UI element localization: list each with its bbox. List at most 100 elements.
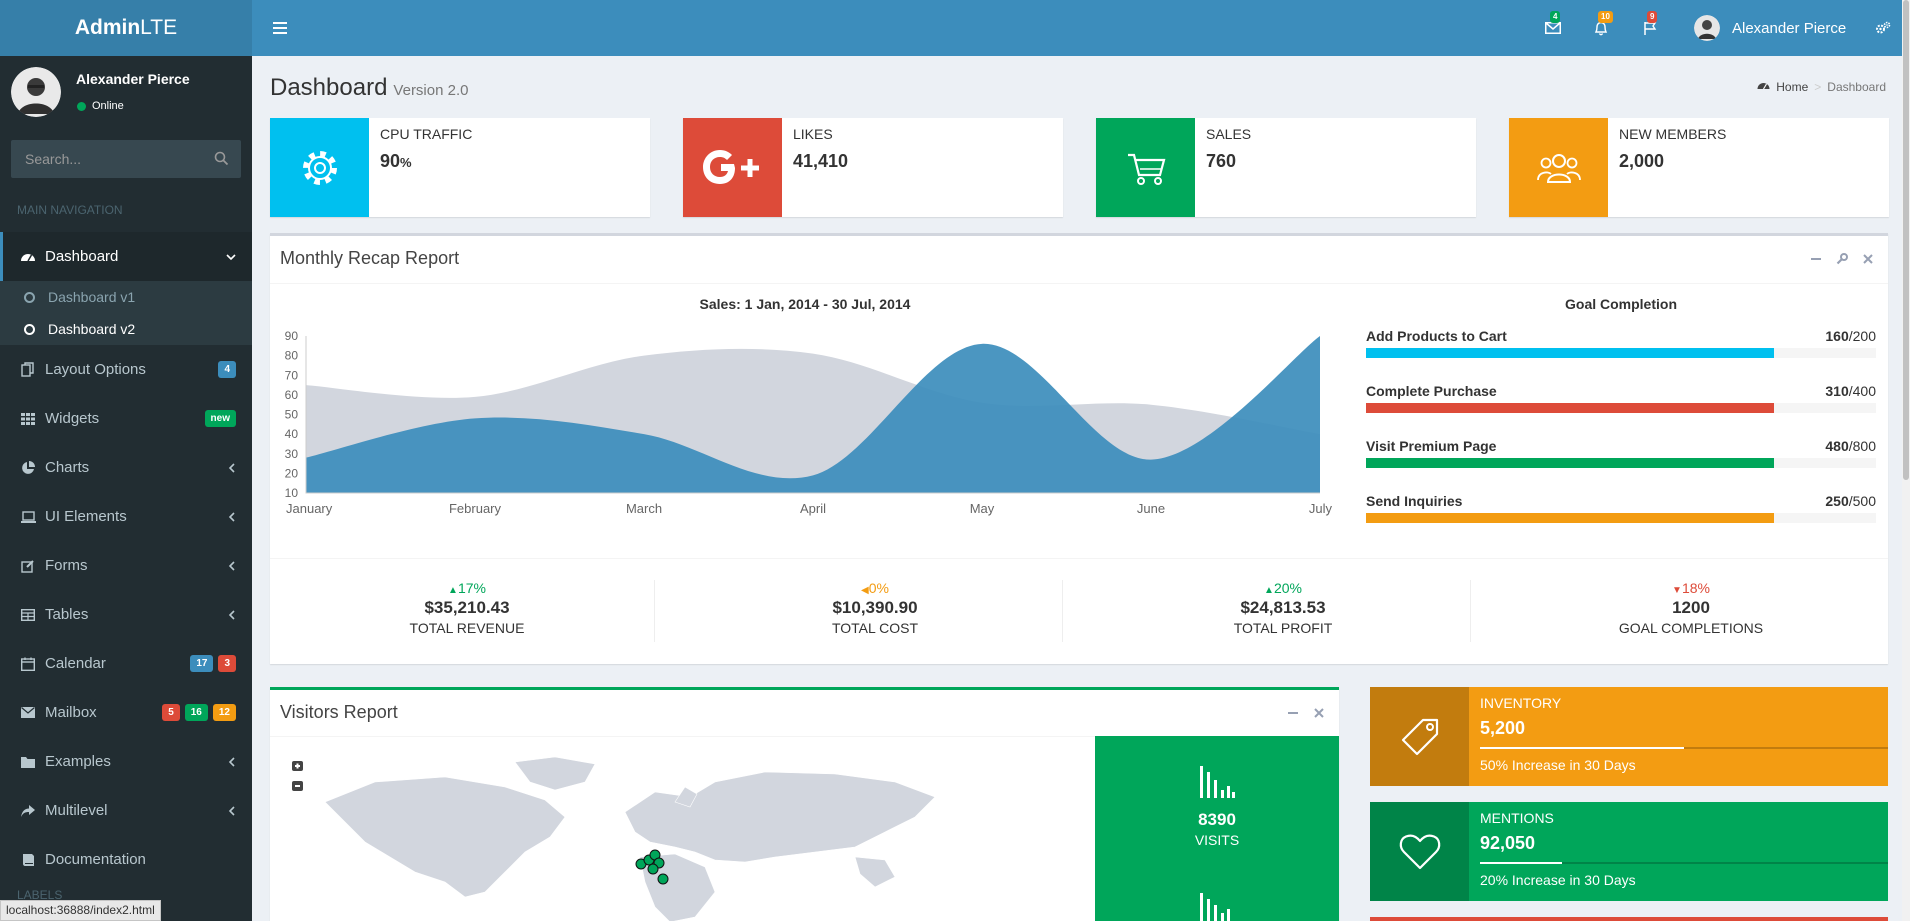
files-icon	[20, 362, 36, 378]
page-title: Dashboard Version 2.0	[270, 74, 469, 101]
sidebar-item-forms[interactable]: Forms	[0, 541, 252, 590]
sidebar-item-tables[interactable]: Tables	[0, 590, 252, 639]
dashboard-icon	[1757, 80, 1770, 94]
envelope-icon	[20, 705, 36, 721]
sidebar-item-mailbox[interactable]: Mailbox 5 16 12	[0, 688, 252, 737]
close-icon[interactable]	[1313, 706, 1325, 722]
sales-area-chart: 10 20 30 40 50 60 70 80 90 January February March Ap…	[285, 329, 1333, 516]
world-map[interactable]	[295, 742, 1095, 921]
box-title: Visitors Report	[280, 702, 398, 722]
sidebar-toggle-icon[interactable]	[268, 0, 292, 56]
info-box-next-peek	[1370, 917, 1888, 921]
app-logo[interactable]: AdminLTE	[0, 0, 252, 56]
info-box-likes: LIKES 41,410	[683, 118, 1063, 217]
calendar-badge-red: 3	[218, 655, 236, 672]
x-tick-label: February	[449, 501, 502, 516]
layout-options-badge: 4	[218, 361, 236, 378]
search-icon[interactable]	[214, 151, 229, 169]
sidebar-user-panel: Alexander Pierce Online	[0, 56, 252, 136]
sidebar-item-dashboard[interactable]: Dashboard	[0, 232, 252, 281]
main-sidebar: Alexander Pierce Online MAIN NAVIGATION …	[0, 56, 252, 921]
y-tick-label: 40	[285, 427, 299, 441]
sidebar-item-label: Examples	[45, 753, 111, 770]
stat-label: TOTAL PROFIT	[1233, 620, 1333, 636]
breadcrumb-current: Dashboard	[1827, 80, 1886, 94]
online-status-dot	[77, 101, 86, 111]
breadcrumb-home-link[interactable]: Home	[1776, 80, 1808, 94]
calendar-icon	[20, 656, 36, 672]
info-box-label: INVENTORY	[1480, 695, 1562, 711]
y-tick-label: 60	[285, 388, 299, 402]
progress-description: 20% Increase in 30 Days	[1480, 872, 1636, 888]
stat-amount: $35,210.43	[424, 598, 510, 617]
visits-number: 8390	[1198, 810, 1236, 829]
book-icon	[20, 852, 36, 868]
progress-description: 50% Increase in 30 Days	[1480, 757, 1636, 773]
goal-label: Complete Purchase	[1366, 383, 1497, 399]
sidebar-item-charts[interactable]: Charts	[0, 443, 252, 492]
sidebar-item-calendar[interactable]: Calendar 17 3	[0, 639, 252, 688]
main-navigation-header: MAIN NAVIGATION	[17, 203, 123, 217]
sidebar-item-ui-elements[interactable]: UI Elements	[0, 492, 252, 541]
notifications-badge: 10	[1598, 11, 1613, 23]
messages-icon[interactable]: 4	[1538, 0, 1568, 56]
page-scrollbar[interactable]	[1902, 0, 1910, 921]
sidebar-search-input[interactable]	[11, 140, 201, 178]
y-tick-label: 90	[285, 329, 299, 343]
tag-icon	[1370, 687, 1469, 786]
sidebar-subitem-dashboard-v1[interactable]: Dashboard v1	[0, 281, 252, 313]
goal-completion-title: Goal Completion	[1565, 296, 1677, 312]
sidebar-subitem-label: Dashboard v2	[48, 321, 136, 337]
sidebar-user-status: Online	[77, 100, 124, 112]
info-box-mentions: MENTIONS 92,050 20% Increase in 30 Days	[1370, 802, 1888, 901]
goal-value: 310/400	[1825, 383, 1876, 399]
goal-progress-bar	[1366, 458, 1876, 468]
sidebar-user-name: Alexander Pierce	[76, 71, 190, 87]
control-sidebar-gears-icon[interactable]	[1868, 0, 1898, 56]
sidebar-item-examples[interactable]: Examples	[0, 737, 252, 786]
info-box-label: NEW MEMBERS	[1619, 126, 1727, 142]
top-navbar: 4 10 9 Alexander Pierce	[252, 0, 1910, 56]
bar-chart-icon	[1198, 893, 1236, 921]
stat-label: TOTAL REVENUE	[409, 620, 525, 636]
sidebar-item-layout-options[interactable]: Layout Options 4	[0, 345, 252, 394]
caret-up-icon: ▲	[1264, 585, 1274, 596]
goal-value: 480/800	[1825, 438, 1876, 454]
flag-icon[interactable]: 9	[1635, 0, 1665, 56]
navbar-user-menu[interactable]: Alexander Pierce	[1694, 0, 1846, 56]
stat-amount: $10,390.90	[832, 598, 918, 617]
goal-progress-bar	[1366, 513, 1876, 523]
info-box-sales: SALES 760	[1096, 118, 1476, 217]
caret-left-icon: ◀	[861, 585, 869, 596]
sidebar-item-documentation[interactable]: Documentation	[0, 835, 252, 884]
dashboard-icon	[20, 249, 36, 265]
goal-progress-bar	[1366, 403, 1876, 413]
wrench-icon[interactable]	[1836, 252, 1848, 268]
sidebar-item-widgets[interactable]: Widgets new	[0, 394, 252, 443]
description-block: ▼18% 1200 GOAL COMPLETIONS	[1487, 580, 1895, 636]
sidebar-item-multilevel[interactable]: Multilevel	[0, 786, 252, 835]
notifications-icon[interactable]: 10	[1586, 0, 1616, 56]
description-block: ▲20% $24,813.53 TOTAL PROFIT	[1079, 580, 1487, 636]
circle-icon	[24, 323, 35, 335]
sidebar-subitem-dashboard-v2[interactable]: Dashboard v2	[0, 313, 252, 345]
pie-chart-icon	[20, 460, 36, 476]
info-box-number: 90%	[380, 151, 412, 171]
y-tick-label: 70	[285, 368, 299, 382]
y-tick-label: 30	[285, 447, 299, 461]
shopping-cart-icon	[1096, 118, 1195, 217]
info-box-number: 760	[1206, 151, 1237, 171]
chart-title: Sales: 1 Jan, 2014 - 30 Jul, 2014	[699, 296, 911, 312]
close-icon[interactable]	[1862, 252, 1874, 268]
table-icon	[20, 607, 36, 623]
y-tick-label: 20	[285, 466, 299, 480]
sidebar-search	[11, 140, 241, 178]
visits-label: VISITS	[1194, 832, 1240, 848]
grid-icon	[20, 411, 36, 427]
caret-up-icon: ▲	[448, 585, 458, 596]
collapse-icon[interactable]	[1287, 706, 1299, 722]
share-icon	[20, 803, 36, 819]
chevron-left-icon	[228, 756, 236, 767]
y-tick-label: 80	[285, 349, 299, 363]
collapse-icon[interactable]	[1810, 252, 1822, 268]
